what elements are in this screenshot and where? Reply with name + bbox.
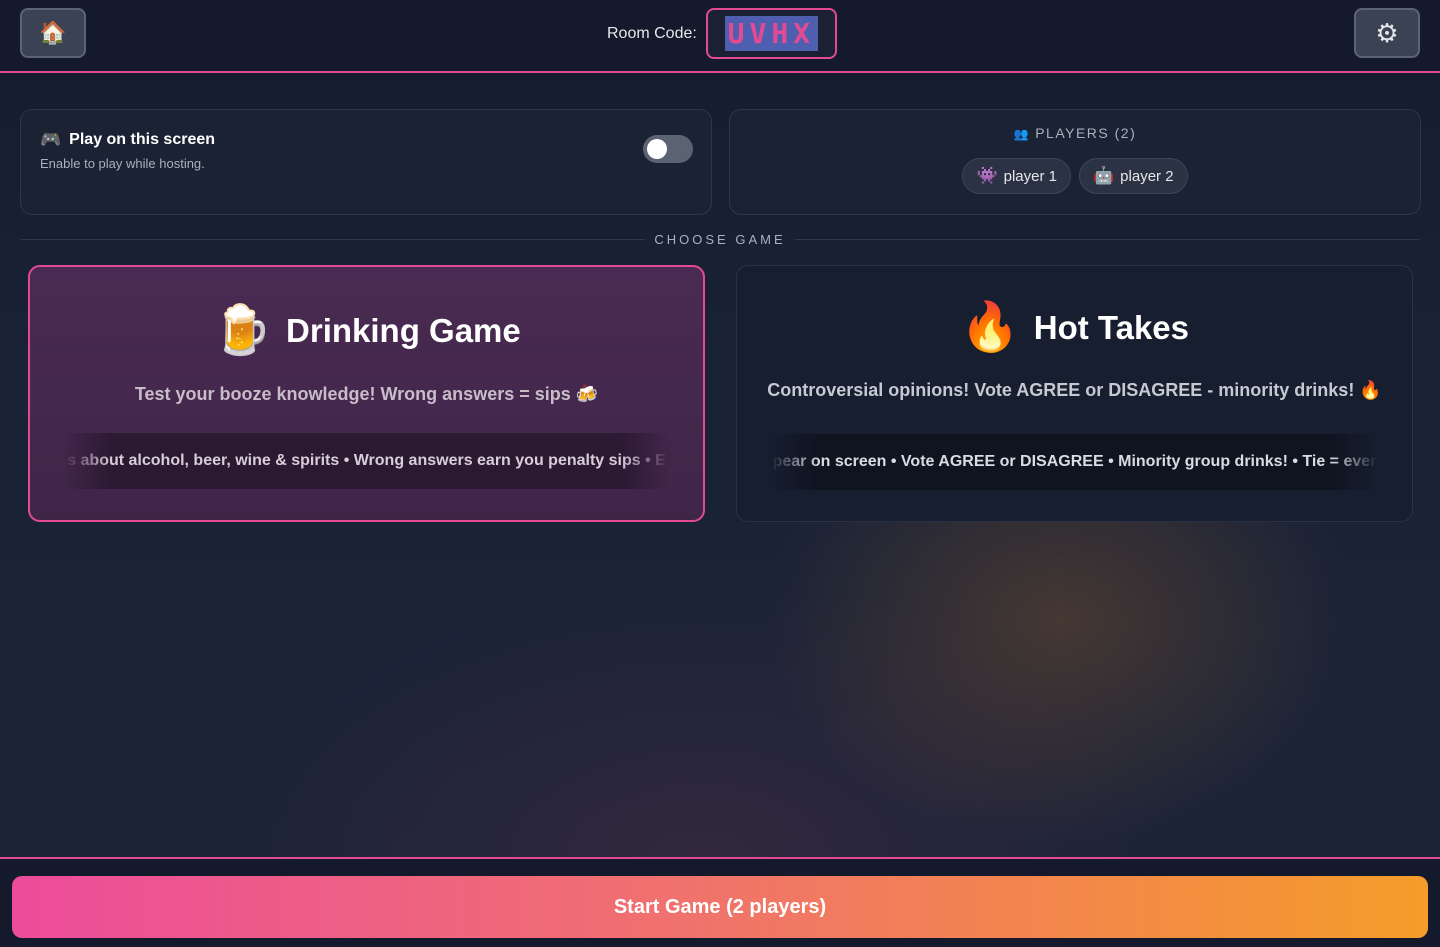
player-list: 👾 player 1 🤖 player 2 [730,158,1420,194]
play-on-screen-subtitle: Enable to play while hosting. [40,156,205,171]
bottom-bar: Start Game (2 players) [0,857,1440,947]
robot-icon: 🤖 [1093,166,1115,185]
home-button[interactable]: 🏠 [20,8,86,58]
gamepad-icon: 🎮 [40,130,62,149]
game-title: Drinking Game [286,312,521,349]
settings-button[interactable]: ⚙ [1354,8,1420,58]
users-icon: 👥 [1013,127,1031,141]
game-rules-ticker: s about alcohol, beer, wine & spirits • … [64,433,669,489]
beer-mug-icon: 🍺 [212,304,273,357]
ticker-text: s about alcohol, beer, wine & spirits • … [67,452,666,469]
gear-icon: ⚙ [1375,17,1399,48]
divider-line [795,239,1420,240]
player-name: player 1 [1003,167,1057,185]
toggle-knob [647,139,667,159]
top-bar: 🏠 Room Code: UVHX ⚙ [0,0,1440,73]
players-panel: 👥 PLAYERS (2) 👾 player 1 🤖 player 2 [729,109,1421,215]
play-on-screen-toggle[interactable] [643,135,693,163]
choose-game-divider: CHOOSE GAME [20,228,1420,252]
room-code-box[interactable]: UVHX [705,8,837,59]
play-on-screen-title: Play on this screen [69,131,216,148]
game-rules-ticker: pear on screen • Vote AGREE or DISAGREE … [771,434,1378,490]
game-description: Controversial opinions! Vote AGREE or DI… [767,380,1382,400]
home-icon: 🏠 [39,20,67,45]
fire-icon: 🔥 [959,301,1020,354]
room-code-group: Room Code: UVHX [607,8,837,59]
alien-monster-icon: 👾 [976,166,998,185]
game-card-drinking-game[interactable]: 🍺 Drinking Game Test your booze knowledg… [28,265,705,522]
ticker-text: pear on screen • Vote AGREE or DISAGREE … [772,453,1377,470]
card-header: 🔥 Hot Takes [737,304,1412,352]
game-card-hot-takes[interactable]: 🔥 Hot Takes Controversial opinions! Vote… [736,265,1413,522]
game-title: Hot Takes [1033,309,1190,346]
player-chip: 🤖 player 2 [1079,158,1188,194]
players-heading: 👥 PLAYERS (2) [730,125,1420,141]
play-on-screen-panel: 🎮 Play on this screen Enable to play whi… [20,109,712,215]
start-game-button[interactable]: Start Game (2 players) [12,876,1428,938]
room-code-value: UVHX [724,16,819,51]
game-description: Test your booze knowledge! Wrong answers… [134,384,599,404]
card-header: 🍺 Drinking Game [30,307,703,355]
players-title: PLAYERS (2) [1035,125,1137,141]
player-chip: 👾 player 1 [962,158,1071,194]
player-name: player 2 [1120,167,1174,185]
play-on-screen-heading: 🎮 Play on this screen [40,130,215,150]
room-code-label: Room Code: [607,24,697,42]
